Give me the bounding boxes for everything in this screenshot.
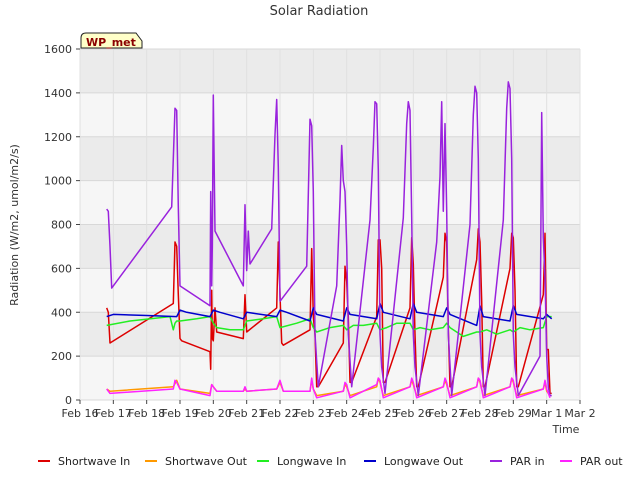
x-tick-label: Feb 29 xyxy=(495,407,532,420)
x-tick-label: Feb 23 xyxy=(295,407,332,420)
x-axis-label: Time xyxy=(552,423,580,436)
chart-title: Solar Radiation xyxy=(270,4,369,19)
x-tick-label: Feb 28 xyxy=(462,407,499,420)
x-tick-label: Feb 22 xyxy=(262,407,299,420)
x-tick-label: Feb 25 xyxy=(362,407,399,420)
y-tick-label: 800 xyxy=(51,219,72,232)
legend-label: PAR in xyxy=(510,455,545,468)
y-axis-label: Radiation (W/m2, umol/m2/s) xyxy=(8,144,21,306)
y-tick-label: 1200 xyxy=(44,131,72,144)
legend-label: Shortwave In xyxy=(58,455,130,468)
legend-label: PAR out xyxy=(580,455,623,468)
plot-band xyxy=(80,224,580,269)
plot-band xyxy=(80,92,580,137)
x-tick-label: Feb 24 xyxy=(328,407,365,420)
x-tick-label: Feb 17 xyxy=(95,407,132,420)
legend-label: Longwave Out xyxy=(384,455,464,468)
x-tick-label: Feb 21 xyxy=(228,407,265,420)
y-tick-label: 1600 xyxy=(44,43,72,56)
y-tick-label: 1400 xyxy=(44,87,72,100)
legend-label: Longwave In xyxy=(277,455,346,468)
x-tick-label: Feb 16 xyxy=(62,407,99,420)
badge-label: WP_met xyxy=(86,36,136,49)
y-tick-label: 400 xyxy=(51,306,72,319)
y-tick-label: 0 xyxy=(65,394,72,407)
legend-label: Shortwave Out xyxy=(165,455,248,468)
x-tick-label: Feb 18 xyxy=(128,407,165,420)
chart-svg: 02004006008001000120014001600Feb 16Feb 1… xyxy=(0,0,640,480)
x-tick-label: Mar 2 xyxy=(564,407,595,420)
plot-band xyxy=(80,49,580,93)
x-tick-label: Feb 27 xyxy=(428,407,465,420)
station-badge: WP_met xyxy=(80,32,143,49)
y-tick-label: 600 xyxy=(51,262,72,275)
x-tick-label: Feb 19 xyxy=(162,407,199,420)
y-tick-label: 200 xyxy=(51,350,72,363)
y-tick-label: 1000 xyxy=(44,175,72,188)
x-tick-label: Feb 20 xyxy=(195,407,232,420)
x-tick-label: Feb 26 xyxy=(395,407,432,420)
x-tick-label: Mar 1 xyxy=(531,407,562,420)
legend: Shortwave In Shortwave Out Longwave In Long… xyxy=(38,455,623,468)
